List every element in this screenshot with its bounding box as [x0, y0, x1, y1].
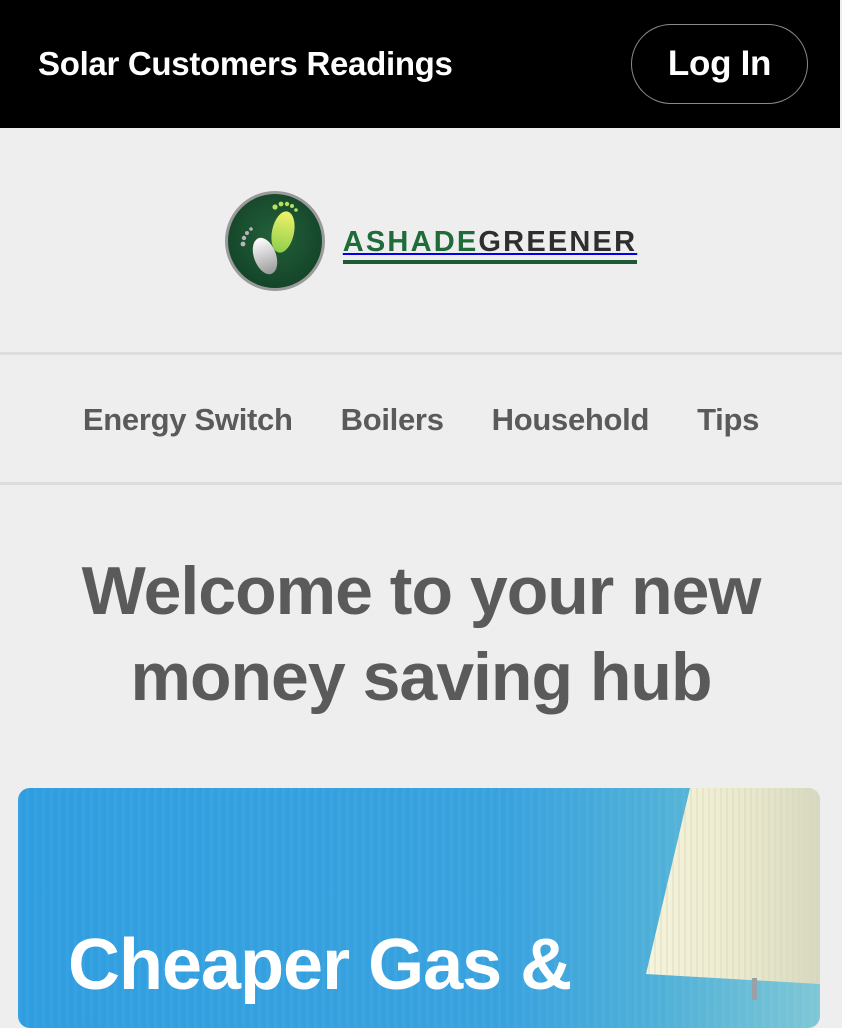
nav-item-energy-switch[interactable]: Energy Switch	[83, 402, 293, 438]
logo-word-a: ASHADE	[342, 226, 479, 258]
nav-item-tips[interactable]: Tips	[697, 402, 759, 438]
promo-card-cheaper-gas[interactable]: Cheaper Gas &	[18, 788, 820, 1028]
nav-item-boilers[interactable]: Boilers	[341, 402, 444, 438]
top-bar: Solar Customers Readings Log In	[0, 0, 840, 128]
page-title: Welcome to your new money saving hub	[0, 548, 842, 720]
page-title-line2: money saving hub	[130, 639, 713, 715]
divider	[0, 352, 842, 355]
nav-item-household[interactable]: Household	[492, 402, 650, 438]
logo-area: ASHADEGREENER	[0, 128, 842, 354]
main-nav: Energy Switch Boilers Household Tips	[0, 356, 842, 483]
site-logo[interactable]: ASHADEGREENER	[224, 191, 638, 291]
divider	[0, 482, 842, 485]
login-button[interactable]: Log In	[631, 24, 808, 104]
footprints-icon	[224, 191, 325, 291]
logo-word-b: GREENER	[478, 226, 638, 258]
solar-customers-readings-link[interactable]: Solar Customers Readings	[38, 45, 453, 83]
logo-wordmark: ASHADEGREENER	[342, 226, 638, 264]
promo-heading: Cheaper Gas &	[68, 925, 572, 1005]
page-title-line1: Welcome to your new	[81, 553, 762, 629]
table-lamp-image	[646, 788, 820, 1000]
